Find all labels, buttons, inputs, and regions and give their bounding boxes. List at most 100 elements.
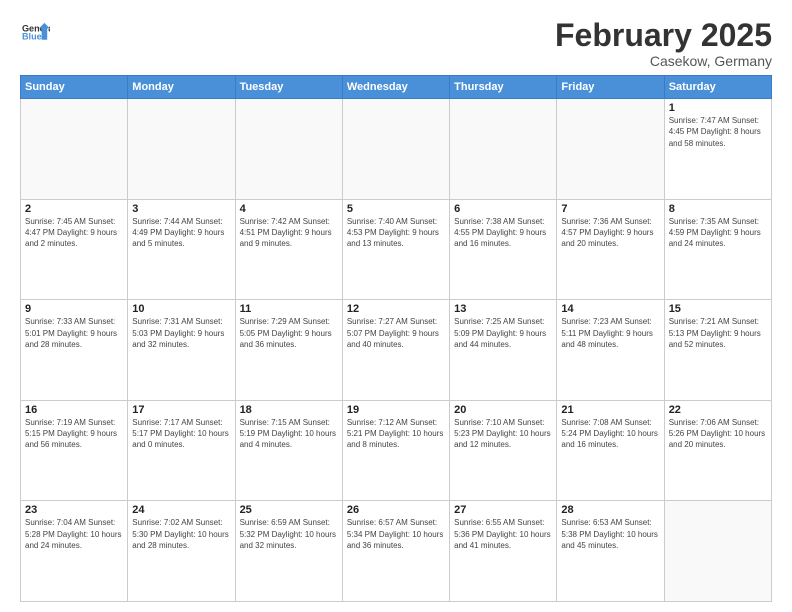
table-row: 9Sunrise: 7:33 AM Sunset: 5:01 PM Daylig… (21, 300, 128, 401)
day-number: 11 (240, 303, 338, 315)
table-row: 10Sunrise: 7:31 AM Sunset: 5:03 PM Dayli… (128, 300, 235, 401)
day-number: 22 (669, 404, 767, 416)
calendar-week-row: 16Sunrise: 7:19 AM Sunset: 5:15 PM Dayli… (21, 400, 772, 501)
day-info: Sunrise: 6:57 AM Sunset: 5:34 PM Dayligh… (347, 517, 445, 551)
table-row: 21Sunrise: 7:08 AM Sunset: 5:24 PM Dayli… (557, 400, 664, 501)
logo-icon: General Blue (22, 18, 50, 46)
logo: General Blue (20, 18, 50, 51)
day-number: 27 (454, 504, 552, 516)
table-row: 14Sunrise: 7:23 AM Sunset: 5:11 PM Dayli… (557, 300, 664, 401)
day-info: Sunrise: 7:29 AM Sunset: 5:05 PM Dayligh… (240, 316, 338, 350)
day-number: 6 (454, 203, 552, 215)
day-info: Sunrise: 7:12 AM Sunset: 5:21 PM Dayligh… (347, 417, 445, 451)
col-thursday: Thursday (450, 76, 557, 99)
day-info: Sunrise: 7:27 AM Sunset: 5:07 PM Dayligh… (347, 316, 445, 350)
calendar-week-row: 2Sunrise: 7:45 AM Sunset: 4:47 PM Daylig… (21, 199, 772, 300)
day-info: Sunrise: 7:38 AM Sunset: 4:55 PM Dayligh… (454, 216, 552, 250)
table-row: 18Sunrise: 7:15 AM Sunset: 5:19 PM Dayli… (235, 400, 342, 501)
table-row (235, 99, 342, 200)
day-info: Sunrise: 7:06 AM Sunset: 5:26 PM Dayligh… (669, 417, 767, 451)
day-number: 13 (454, 303, 552, 315)
day-number: 21 (561, 404, 659, 416)
day-number: 4 (240, 203, 338, 215)
day-number: 26 (347, 504, 445, 516)
calendar: Sunday Monday Tuesday Wednesday Thursday… (20, 75, 772, 602)
day-info: Sunrise: 7:47 AM Sunset: 4:45 PM Dayligh… (669, 115, 767, 149)
table-row: 19Sunrise: 7:12 AM Sunset: 5:21 PM Dayli… (342, 400, 449, 501)
table-row: 27Sunrise: 6:55 AM Sunset: 5:36 PM Dayli… (450, 501, 557, 602)
day-info: Sunrise: 7:42 AM Sunset: 4:51 PM Dayligh… (240, 216, 338, 250)
table-row: 26Sunrise: 6:57 AM Sunset: 5:34 PM Dayli… (342, 501, 449, 602)
day-info: Sunrise: 7:31 AM Sunset: 5:03 PM Dayligh… (132, 316, 230, 350)
table-row: 5Sunrise: 7:40 AM Sunset: 4:53 PM Daylig… (342, 199, 449, 300)
table-row: 25Sunrise: 6:59 AM Sunset: 5:32 PM Dayli… (235, 501, 342, 602)
day-info: Sunrise: 7:08 AM Sunset: 5:24 PM Dayligh… (561, 417, 659, 451)
day-number: 19 (347, 404, 445, 416)
day-info: Sunrise: 7:17 AM Sunset: 5:17 PM Dayligh… (132, 417, 230, 451)
day-info: Sunrise: 7:21 AM Sunset: 5:13 PM Dayligh… (669, 316, 767, 350)
table-row: 11Sunrise: 7:29 AM Sunset: 5:05 PM Dayli… (235, 300, 342, 401)
table-row: 12Sunrise: 7:27 AM Sunset: 5:07 PM Dayli… (342, 300, 449, 401)
day-number: 20 (454, 404, 552, 416)
table-row: 22Sunrise: 7:06 AM Sunset: 5:26 PM Dayli… (664, 400, 771, 501)
day-info: Sunrise: 7:04 AM Sunset: 5:28 PM Dayligh… (25, 517, 123, 551)
day-number: 16 (25, 404, 123, 416)
day-info: Sunrise: 7:25 AM Sunset: 5:09 PM Dayligh… (454, 316, 552, 350)
table-row: 28Sunrise: 6:53 AM Sunset: 5:38 PM Dayli… (557, 501, 664, 602)
col-tuesday: Tuesday (235, 76, 342, 99)
day-number: 5 (347, 203, 445, 215)
table-row (450, 99, 557, 200)
day-number: 10 (132, 303, 230, 315)
day-number: 7 (561, 203, 659, 215)
day-number: 23 (25, 504, 123, 516)
day-info: Sunrise: 7:35 AM Sunset: 4:59 PM Dayligh… (669, 216, 767, 250)
day-info: Sunrise: 7:23 AM Sunset: 5:11 PM Dayligh… (561, 316, 659, 350)
day-info: Sunrise: 7:45 AM Sunset: 4:47 PM Dayligh… (25, 216, 123, 250)
table-row (664, 501, 771, 602)
table-row (21, 99, 128, 200)
col-sunday: Sunday (21, 76, 128, 99)
day-number: 14 (561, 303, 659, 315)
col-saturday: Saturday (664, 76, 771, 99)
day-info: Sunrise: 7:44 AM Sunset: 4:49 PM Dayligh… (132, 216, 230, 250)
day-number: 3 (132, 203, 230, 215)
table-row: 16Sunrise: 7:19 AM Sunset: 5:15 PM Dayli… (21, 400, 128, 501)
day-info: Sunrise: 6:59 AM Sunset: 5:32 PM Dayligh… (240, 517, 338, 551)
table-row: 15Sunrise: 7:21 AM Sunset: 5:13 PM Dayli… (664, 300, 771, 401)
table-row: 2Sunrise: 7:45 AM Sunset: 4:47 PM Daylig… (21, 199, 128, 300)
col-wednesday: Wednesday (342, 76, 449, 99)
day-number: 28 (561, 504, 659, 516)
day-info: Sunrise: 6:53 AM Sunset: 5:38 PM Dayligh… (561, 517, 659, 551)
day-info: Sunrise: 7:02 AM Sunset: 5:30 PM Dayligh… (132, 517, 230, 551)
table-row: 17Sunrise: 7:17 AM Sunset: 5:17 PM Dayli… (128, 400, 235, 501)
calendar-week-row: 1Sunrise: 7:47 AM Sunset: 4:45 PM Daylig… (21, 99, 772, 200)
day-info: Sunrise: 7:40 AM Sunset: 4:53 PM Dayligh… (347, 216, 445, 250)
month-title: February 2025 (555, 18, 772, 53)
table-row (342, 99, 449, 200)
day-number: 12 (347, 303, 445, 315)
col-monday: Monday (128, 76, 235, 99)
day-info: Sunrise: 7:19 AM Sunset: 5:15 PM Dayligh… (25, 417, 123, 451)
day-info: Sunrise: 7:33 AM Sunset: 5:01 PM Dayligh… (25, 316, 123, 350)
day-info: Sunrise: 7:36 AM Sunset: 4:57 PM Dayligh… (561, 216, 659, 250)
table-row (128, 99, 235, 200)
table-row: 13Sunrise: 7:25 AM Sunset: 5:09 PM Dayli… (450, 300, 557, 401)
col-friday: Friday (557, 76, 664, 99)
day-info: Sunrise: 7:10 AM Sunset: 5:23 PM Dayligh… (454, 417, 552, 451)
table-row: 7Sunrise: 7:36 AM Sunset: 4:57 PM Daylig… (557, 199, 664, 300)
day-info: Sunrise: 6:55 AM Sunset: 5:36 PM Dayligh… (454, 517, 552, 551)
table-row: 24Sunrise: 7:02 AM Sunset: 5:30 PM Dayli… (128, 501, 235, 602)
day-number: 18 (240, 404, 338, 416)
day-number: 15 (669, 303, 767, 315)
day-number: 2 (25, 203, 123, 215)
table-row: 4Sunrise: 7:42 AM Sunset: 4:51 PM Daylig… (235, 199, 342, 300)
day-number: 8 (669, 203, 767, 215)
day-info: Sunrise: 7:15 AM Sunset: 5:19 PM Dayligh… (240, 417, 338, 451)
location: Casekow, Germany (555, 53, 772, 69)
table-row: 6Sunrise: 7:38 AM Sunset: 4:55 PM Daylig… (450, 199, 557, 300)
day-number: 25 (240, 504, 338, 516)
title-block: February 2025 Casekow, Germany (555, 18, 772, 69)
page: General Blue February 2025 Casekow, Germ… (0, 0, 792, 612)
calendar-header-row: Sunday Monday Tuesday Wednesday Thursday… (21, 76, 772, 99)
table-row (557, 99, 664, 200)
